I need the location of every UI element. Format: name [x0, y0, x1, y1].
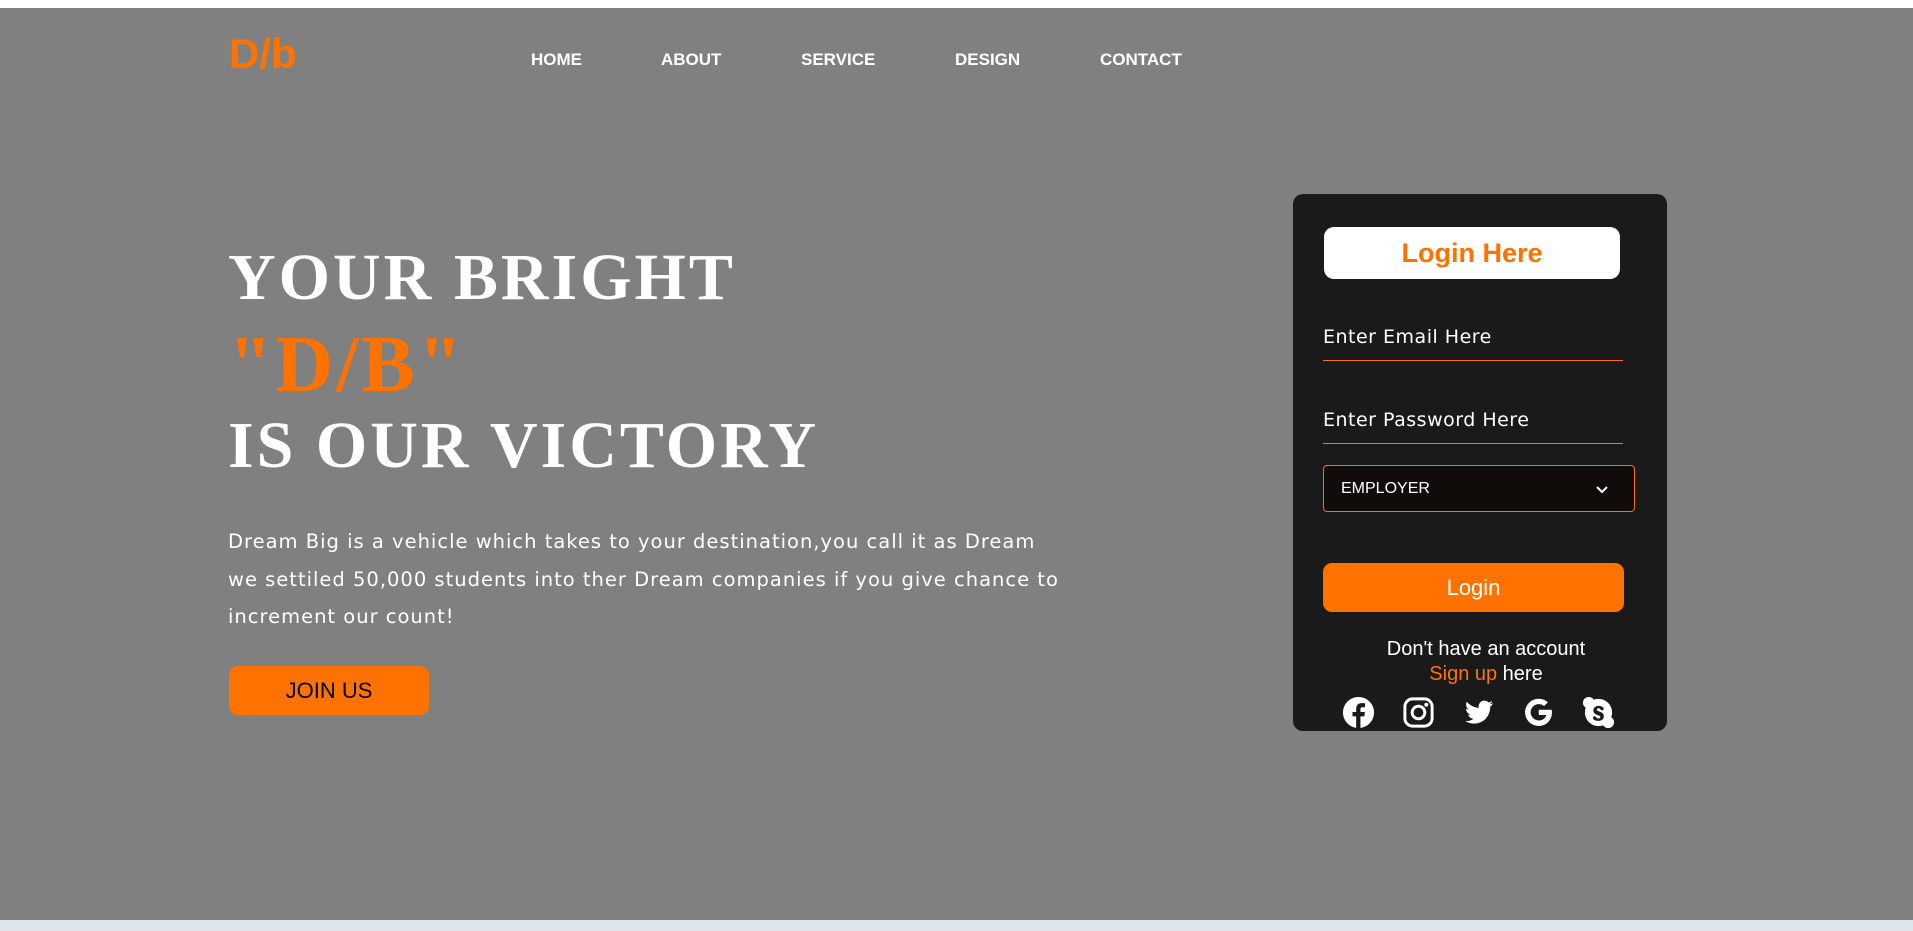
- hero-heading-line-2: "D/B": [228, 321, 466, 409]
- signup-link[interactable]: Sign up: [1429, 663, 1497, 685]
- hero-heading-line-1: YOUR BRIGHT: [228, 241, 736, 314]
- skype-icon[interactable]: [1581, 695, 1616, 730]
- join-us-button[interactable]: JOIN US: [229, 666, 429, 715]
- hero-description-line: we settiled 50,000 students into ther Dr…: [228, 567, 1059, 591]
- taskbar-strip: [0, 920, 1913, 931]
- signup-prompt: Don't have an account Sign up here: [1293, 637, 1667, 687]
- role-select-value: EMPLOYER: [1341, 479, 1430, 497]
- chevron-down-icon: [1596, 481, 1608, 497]
- brand-logo[interactable]: D/b: [229, 30, 297, 78]
- page-background: D/b HOME ABOUT SERVICE DESIGN CONTACT YO…: [0, 8, 1913, 920]
- twitter-icon[interactable]: [1461, 695, 1496, 730]
- nav-contact[interactable]: CONTACT: [1100, 50, 1182, 70]
- login-button[interactable]: Login: [1323, 563, 1624, 612]
- nav-about[interactable]: ABOUT: [661, 50, 721, 70]
- role-select[interactable]: EMPLOYER: [1323, 465, 1635, 512]
- hero-description-line: increment our count!: [228, 605, 455, 628]
- facebook-icon[interactable]: [1341, 695, 1376, 730]
- signup-line: Sign up here: [1293, 662, 1667, 687]
- instagram-icon[interactable]: [1401, 695, 1436, 730]
- no-account-text: Don't have an account: [1386, 638, 1586, 660]
- social-icons: [1341, 695, 1616, 730]
- google-icon[interactable]: [1521, 695, 1556, 730]
- nav-service[interactable]: SERVICE: [801, 50, 875, 70]
- nav-home[interactable]: HOME: [531, 50, 582, 70]
- email-field[interactable]: [1323, 314, 1623, 361]
- login-card: Login Here EMPLOYER Login Don't have an …: [1293, 194, 1667, 731]
- login-card-title: Login Here: [1324, 227, 1620, 279]
- hero-description-line: Dream Big is a vehicle which takes to yo…: [228, 530, 1036, 553]
- nav-design[interactable]: DESIGN: [955, 50, 1020, 70]
- hero-description: Dream Big is a vehicle which takes to yo…: [228, 523, 1059, 636]
- signup-suffix: here: [1497, 663, 1543, 685]
- password-field[interactable]: [1323, 397, 1623, 444]
- hero-heading-line-3: IS OUR VICTORY: [228, 409, 820, 482]
